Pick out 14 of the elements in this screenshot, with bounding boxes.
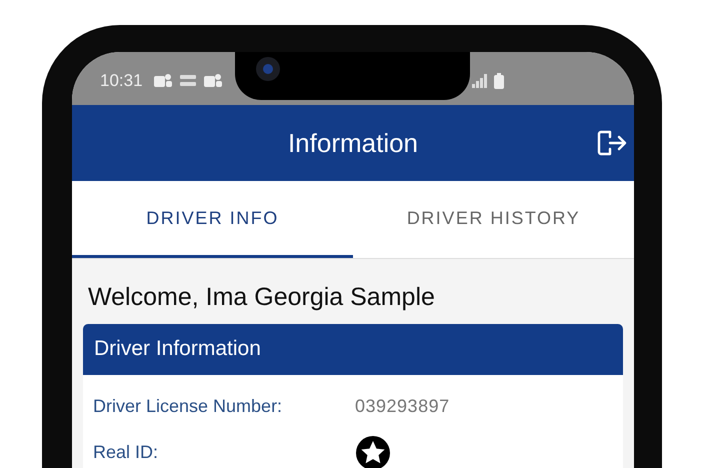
field-value: 039293897 — [355, 396, 450, 418]
logout-icon[interactable] — [596, 128, 628, 157]
chat-app-icon — [202, 73, 223, 90]
app-title: Information — [288, 128, 418, 159]
chat-app-icon — [152, 73, 173, 90]
shop-app-icon — [178, 74, 197, 88]
camera-icon — [255, 56, 281, 82]
status-time: 10:31 — [100, 71, 143, 92]
field-label: Real ID: — [93, 442, 160, 464]
welcome-text: Welcome, Ima Georgia Sample — [88, 282, 436, 312]
card-title: Driver Information — [94, 337, 261, 362]
field-label: Driver License Number: — [93, 396, 284, 418]
signal-icon — [472, 74, 488, 88]
battery-icon — [494, 73, 504, 90]
